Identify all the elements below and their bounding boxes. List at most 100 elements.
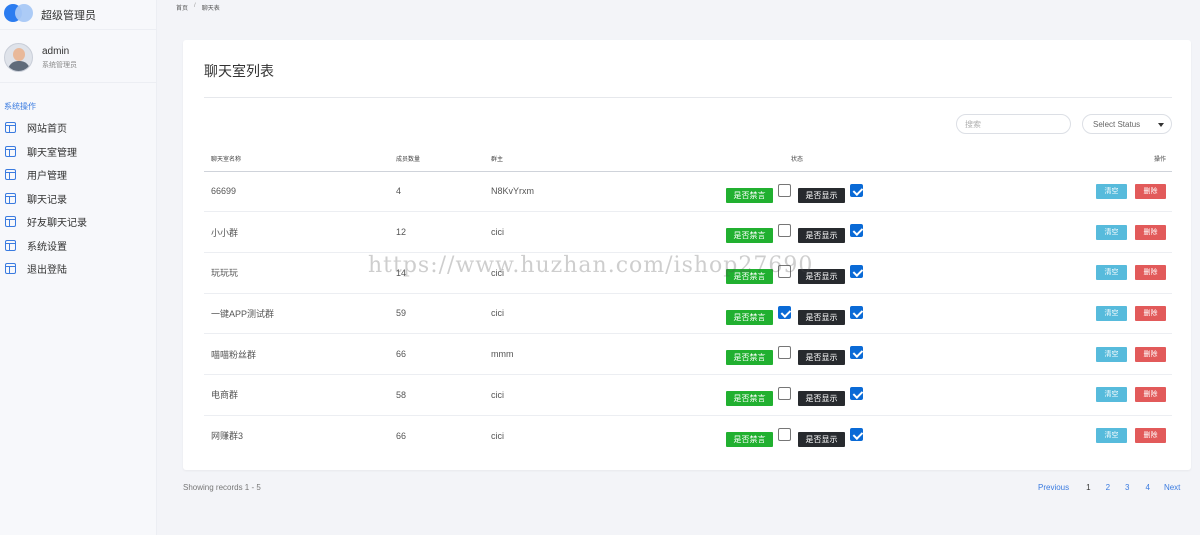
- ban-checkbox[interactable]: [778, 427, 791, 441]
- pagination-page-1[interactable]: 1: [1086, 483, 1090, 492]
- clear-button[interactable]: 清空: [1096, 183, 1127, 199]
- ban-toggle-button[interactable]: 是否禁言: [726, 228, 773, 244]
- delete-button[interactable]: 删除: [1135, 428, 1166, 444]
- ban-toggle-button[interactable]: 是否禁言: [726, 268, 773, 284]
- show-toggle-button[interactable]: 是否显示: [798, 309, 845, 325]
- sidebar-item-chatroom-manage[interactable]: 聊天室管理: [0, 140, 157, 164]
- cell-owner: cici: [484, 374, 724, 416]
- status-controls: 是否禁言 是否显示: [726, 183, 1066, 208]
- clear-button[interactable]: 清空: [1096, 265, 1127, 281]
- cell-owner: cici: [484, 293, 724, 335]
- show-toggle-button[interactable]: 是否显示: [798, 390, 845, 406]
- breadcrumb-home[interactable]: 首页: [176, 3, 188, 12]
- ban-checkbox[interactable]: [778, 305, 791, 319]
- column-header-owner[interactable]: 群主: [484, 146, 724, 172]
- delete-button[interactable]: 删除: [1135, 265, 1166, 281]
- cell-name: 玩玩玩: [204, 252, 389, 294]
- cell-name: 一键APP测试群: [204, 293, 389, 335]
- delete-button[interactable]: 删除: [1135, 224, 1166, 240]
- sidebar-item-home[interactable]: 网站首页: [0, 116, 157, 140]
- clear-button[interactable]: 清空: [1096, 346, 1127, 362]
- sidebar-item-label: 退出登陆: [27, 265, 67, 277]
- cell-status: 是否禁言 是否显示: [724, 171, 1074, 213]
- ban-toggle-button[interactable]: 是否禁言: [726, 390, 773, 406]
- cell-action: 清空 删除: [1074, 252, 1172, 294]
- pagination-page-3[interactable]: 3: [1125, 483, 1129, 492]
- pagination: Previous 1 2 3 4 Next: [1038, 483, 1180, 492]
- show-checkbox[interactable]: [850, 386, 863, 400]
- column-header-count[interactable]: 成员数量: [389, 146, 484, 172]
- show-toggle-button[interactable]: 是否显示: [798, 187, 845, 203]
- sidebar-item-friend-chat-records[interactable]: 好友聊天记录: [0, 210, 157, 234]
- sidebar-item-logout[interactable]: 退出登陆: [0, 257, 157, 281]
- ban-toggle-button[interactable]: 是否禁言: [726, 187, 773, 203]
- pagination-page-4[interactable]: 4: [1145, 483, 1149, 492]
- breadcrumb-current: 聊天表: [201, 6, 220, 12]
- cell-status: 是否禁言 是否显示: [724, 333, 1074, 375]
- table-icon: [5, 122, 16, 134]
- cell-count: 58: [389, 374, 484, 416]
- sidebar-item-chat-records[interactable]: 聊天记录: [0, 187, 157, 211]
- breadcrumb-separator: /: [194, 3, 196, 9]
- pagination-page-2[interactable]: 2: [1106, 483, 1110, 492]
- status-select[interactable]: Select Status: [1082, 114, 1172, 134]
- search-input[interactable]: [956, 114, 1071, 134]
- table-row: 一键APP测试群 59 cici 是否禁言 是否显示 清空 删除: [204, 293, 1172, 335]
- ban-checkbox[interactable]: [778, 346, 791, 360]
- sidebar-item-settings[interactable]: 系统设置: [0, 234, 157, 258]
- status-controls: 是否禁言 是否显示: [726, 427, 1066, 452]
- delete-button[interactable]: 删除: [1135, 183, 1166, 199]
- user-profile: admin 系统管理员: [0, 30, 157, 83]
- cell-status: 是否禁言 是否显示: [724, 293, 1074, 335]
- ban-toggle-button[interactable]: 是否禁言: [726, 309, 773, 325]
- ban-checkbox[interactable]: [778, 264, 791, 278]
- cell-action: 清空 删除: [1074, 374, 1172, 416]
- column-header-action: 操作: [1074, 146, 1172, 172]
- show-checkbox[interactable]: [850, 224, 863, 238]
- delete-button[interactable]: 删除: [1135, 346, 1166, 362]
- ban-checkbox[interactable]: [778, 183, 791, 197]
- ban-toggle-button[interactable]: 是否禁言: [726, 431, 773, 447]
- status-controls: 是否禁言 是否显示: [726, 346, 1066, 370]
- show-checkbox[interactable]: [850, 264, 863, 278]
- column-header-status[interactable]: 状态: [724, 146, 1074, 172]
- pagination-previous[interactable]: Previous: [1038, 483, 1069, 492]
- ban-checkbox[interactable]: [778, 224, 791, 238]
- show-checkbox[interactable]: [850, 183, 863, 197]
- cell-owner: mmm: [484, 333, 724, 375]
- delete-button[interactable]: 删除: [1135, 305, 1166, 321]
- ban-toggle-button[interactable]: 是否禁言: [726, 350, 773, 366]
- table-icon: [5, 192, 16, 204]
- show-checkbox[interactable]: [850, 346, 863, 360]
- table-row: 66699 4 N8KvYrxm 是否禁言 是否显示 清空 删除: [204, 171, 1172, 213]
- clear-button[interactable]: 清空: [1096, 305, 1127, 321]
- show-toggle-button[interactable]: 是否显示: [798, 268, 845, 284]
- delete-button[interactable]: 删除: [1135, 387, 1166, 403]
- avatar[interactable]: [4, 43, 33, 72]
- cell-action: 清空 删除: [1074, 171, 1172, 213]
- show-checkbox[interactable]: [850, 305, 863, 319]
- show-toggle-button[interactable]: 是否显示: [798, 228, 845, 244]
- cell-action: 清空 删除: [1074, 211, 1172, 253]
- cell-status: 是否禁言 是否显示: [724, 415, 1074, 456]
- chatroom-table: 聊天室名称 成员数量 群主 状态 操作 66699 4 N8KvYrxm 是否禁…: [204, 146, 1172, 456]
- show-toggle-button[interactable]: 是否显示: [798, 350, 845, 366]
- show-toggle-button[interactable]: 是否显示: [798, 431, 845, 447]
- clear-button[interactable]: 清空: [1096, 428, 1127, 444]
- table-row: 玩玩玩 14 cici 是否禁言 是否显示 清空 删除: [204, 252, 1172, 294]
- sidebar-item-label: 系统设置: [27, 241, 67, 253]
- ban-checkbox[interactable]: [778, 386, 791, 400]
- brand-header: 超级管理员: [0, 0, 157, 30]
- sidebar-item-user-manage[interactable]: 用户管理: [0, 163, 157, 187]
- divider: [204, 97, 1172, 98]
- clear-button[interactable]: 清空: [1096, 387, 1127, 403]
- cell-count: 12: [389, 211, 484, 253]
- show-checkbox[interactable]: [850, 427, 863, 441]
- column-header-name[interactable]: 聊天室名称: [204, 146, 389, 172]
- clear-button[interactable]: 清空: [1096, 224, 1127, 240]
- cell-name: 网赚群3: [211, 431, 244, 442]
- cell-count: 14: [389, 252, 484, 294]
- pagination-next[interactable]: Next: [1164, 483, 1180, 492]
- cell-owner: cici: [484, 211, 724, 253]
- sidebar-item-label: 聊天室管理: [27, 147, 77, 159]
